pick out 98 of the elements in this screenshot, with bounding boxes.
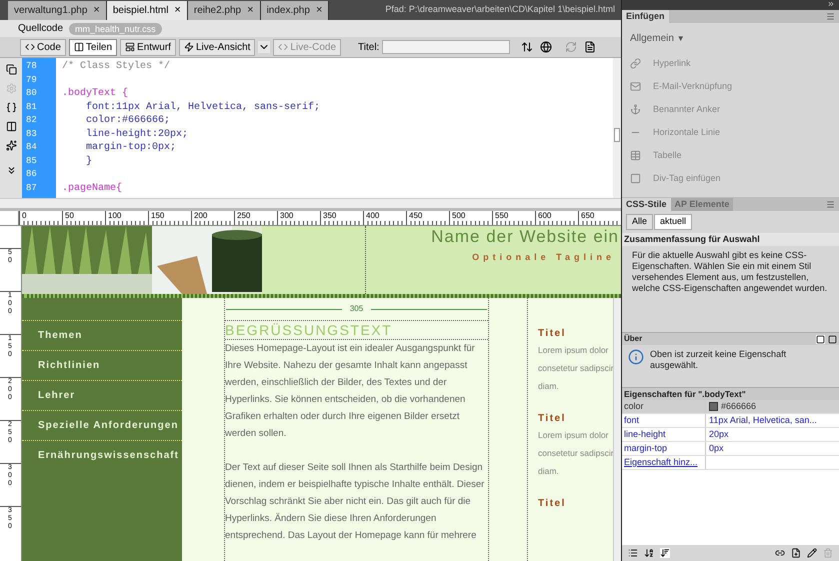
code-line: } <box>85 154 94 168</box>
dropdown-icon[interactable] <box>258 41 270 53</box>
sort-icon[interactable] <box>644 548 654 558</box>
width-indicator: 305 <box>348 303 364 315</box>
line-number: 81 <box>25 100 38 114</box>
section-header: Über <box>624 333 642 345</box>
code-icon <box>25 42 35 52</box>
sidebar-text: Lorem ipsum dolor <box>538 429 610 442</box>
category-view-icon[interactable] <box>628 548 638 558</box>
line-number: 87 <box>25 182 38 194</box>
set-properties-icon[interactable] <box>660 548 670 558</box>
close-button[interactable]: × <box>174 2 181 19</box>
split-view-icon <box>74 42 84 52</box>
anchor-icon <box>630 104 641 115</box>
source-code-label[interactable]: Quellcode <box>18 21 64 36</box>
code-line: color:#666666; <box>85 114 172 128</box>
document-tab[interactable]: reihe2.php × <box>188 1 261 20</box>
view-button[interactable]: Entwurf <box>120 38 176 56</box>
close-button[interactable]: × <box>316 2 322 19</box>
sidebar-title: Titel <box>538 497 567 511</box>
line-number: 83 <box>25 128 38 140</box>
nav-link[interactable]: Spezielle Anforderungen <box>22 410 182 440</box>
view-button[interactable]: Code <box>20 38 66 56</box>
panel-tab[interactable]: Einfügen <box>622 10 668 23</box>
property-row[interactable]: font 11px Arial, Helvetica, san... <box>622 414 839 428</box>
panel-tab[interactable]: CSS-Stile <box>622 198 671 211</box>
square-icon <box>630 173 641 184</box>
horizontal-scrollbar[interactable] <box>0 198 621 208</box>
sidebar-text: diam. <box>538 380 560 393</box>
nav-link[interactable]: Ernährungswissenschaft <box>22 440 182 470</box>
link-icon[interactable] <box>775 548 785 558</box>
line-number: 85 <box>25 154 38 168</box>
page-icon[interactable] <box>584 41 596 53</box>
code-icon <box>278 42 288 52</box>
info-icon <box>628 349 644 365</box>
design-scrollbar[interactable] <box>613 298 621 561</box>
document-tab[interactable]: verwaltung1.php × <box>8 1 107 20</box>
code-line: margin-top:0px; <box>85 141 178 154</box>
layout-icon <box>125 42 136 52</box>
panel-menu-icon[interactable] <box>826 200 835 209</box>
code-line: /* Class Styles */ <box>62 60 172 74</box>
site-name: Name der Website ein <box>431 226 620 248</box>
line-number: 86 <box>25 168 38 181</box>
pencil-icon[interactable] <box>807 548 817 558</box>
document-tab[interactable]: beispiel.html × <box>106 1 188 20</box>
panel-menu-icon[interactable] <box>826 12 835 21</box>
code-line: .pageName{ <box>62 182 124 195</box>
code-line: font:11px Arial, Helvetica, sans-serif; <box>85 100 322 114</box>
new-rule-icon[interactable] <box>791 548 801 558</box>
view-button[interactable]: Live-Ansicht <box>178 38 256 56</box>
sidebar-title: Titel <box>538 327 567 341</box>
link-icon <box>630 58 641 69</box>
welcome-heading: BEGRÜSSUNGSTEXT <box>225 320 488 340</box>
body-paragraph: Dieses Homepage-Layout ist ein idealer Ausgangspunkt für Ihre Website. Nahezu der gesamte Inhalt kann angepasst werden, einschließlich der Bilder, des Textes und der Hyperlinks. Sie können entscheiden, ob die vorhandenen Grafiken erhalten oder durch Ihre eigenen Bilder ersetzt werden sollen. <box>225 342 476 441</box>
nav-link[interactable]: Richtlinien <box>22 350 182 380</box>
line-number: 78 <box>25 60 38 73</box>
tagline: Optionale Tagline <box>472 251 616 264</box>
body-paragraph: Der Text auf dieser Seite soll Ihnen als Starthilfe beim Design dienen, indem er beispielhafte typische Inhalte enthält. Dieser Vorschlag schränkt Sie aber nicht ein. Das gilt auch für die Hyperlinks. Ändern Sie diese Ihren Anforderungen entsprechend. Das Layout der Homepage kann für mehrere <box>225 461 486 543</box>
category-dropdown[interactable]: Allgemein ▼ <box>630 31 831 46</box>
property-row[interactable]: margin-top 0px <box>622 442 839 456</box>
lightning-icon <box>184 42 194 52</box>
property-row[interactable]: line-height 20px <box>622 428 839 442</box>
summary-text: Für die aktuelle Auswahl gibt es keine CSS-Eigenschaften. Wählen Sie ein mit einem Stil versehendes Element aus, um festzustellen, welche CSS-Eigenschaften angewendet wurden. <box>631 249 828 295</box>
sidebar-text: diam. <box>538 465 560 478</box>
mode-button[interactable]: aktuell <box>654 214 692 230</box>
document-tab[interactable]: index.php × <box>260 1 330 20</box>
sparkle-icon[interactable] <box>6 140 16 151</box>
line-number: 82 <box>25 114 38 127</box>
close-button[interactable]: × <box>93 2 100 19</box>
color-swatch[interactable] <box>709 402 718 411</box>
code-line: .bodyText { <box>62 87 130 100</box>
globe-icon[interactable] <box>540 41 552 53</box>
nav-link[interactable]: Themen <box>22 320 182 350</box>
document-icon[interactable] <box>6 64 16 75</box>
nav-link[interactable]: Lehrer <box>22 380 182 410</box>
line-number: 79 <box>25 74 38 86</box>
file-transfer-icon[interactable] <box>521 41 534 53</box>
file-path: Pfad: P:\dreamweaver\arbeiten\CD\Kapitel 1\beispiel.html <box>385 3 615 16</box>
table-icon <box>630 150 641 161</box>
mode-button[interactable]: Alle <box>626 214 654 230</box>
property-row[interactable]: Eigenschaft hinz... <box>622 456 839 470</box>
title-label: Titel: <box>358 40 380 54</box>
title-field[interactable] <box>382 40 510 54</box>
section-header: Zusammenfassung für Auswahl <box>622 233 839 246</box>
vertical-scrollbar[interactable] <box>613 58 621 198</box>
info-text: Oben ist zurzeit keine Eigenschaft ausgewählt. <box>650 349 788 372</box>
view-button[interactable]: Teilen <box>68 38 118 56</box>
sidebar-title: Titel <box>538 412 567 426</box>
expand-icon[interactable] <box>6 165 16 176</box>
line-number: 80 <box>25 87 38 100</box>
close-button[interactable]: × <box>247 2 254 19</box>
braces-icon[interactable] <box>6 102 16 113</box>
section-header: Eigenschaften für ".bodyText" <box>622 387 839 400</box>
envelope-icon <box>630 81 641 92</box>
sidebar-text: Lorem ipsum dolor <box>538 344 610 357</box>
property-row[interactable]: color #666666 <box>622 400 839 414</box>
code-line: line-height:20px; <box>85 128 190 141</box>
line-number: 84 <box>25 141 38 154</box>
